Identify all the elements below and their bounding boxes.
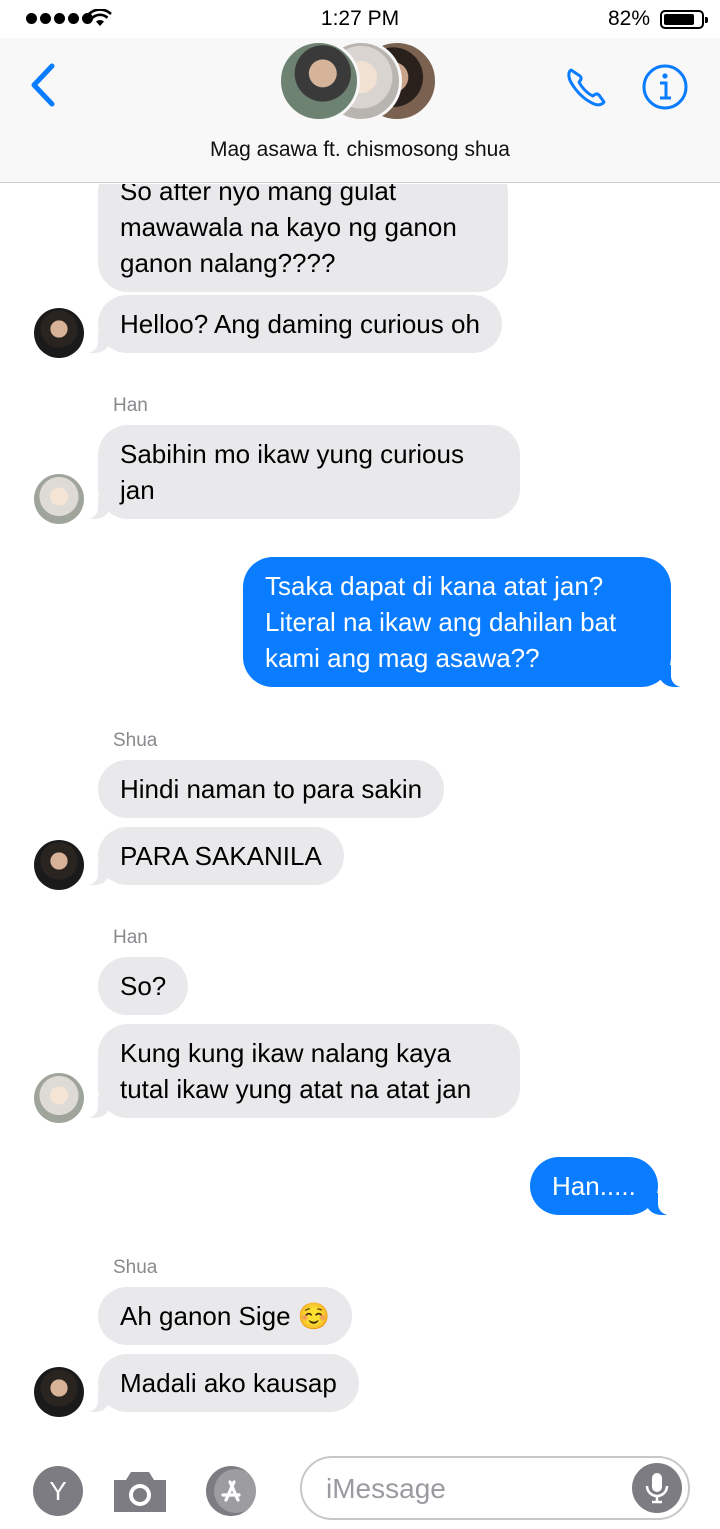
incoming-message[interactable]: Ah ganon Sige ☺️ [98, 1287, 353, 1345]
camera-icon[interactable] [110, 1466, 170, 1516]
microphone-icon[interactable] [632, 1463, 682, 1513]
incoming-message[interactable]: Sabihin mo ikaw yung curious jan [82, 425, 520, 519]
message-thread[interactable]: So after nyo mang gulat mawawala na kayo… [0, 184, 720, 1440]
group-avatars[interactable] [278, 40, 443, 122]
incoming-message[interactable]: Hindi naman to para sakin [98, 760, 445, 818]
outgoing-message[interactable]: Han..... [530, 1157, 674, 1215]
avatar[interactable] [34, 1367, 84, 1417]
message-input[interactable] [326, 1470, 616, 1508]
conversation-title[interactable]: Mag asawa ft. chismosong shua [0, 138, 720, 162]
sender-name: Shua [113, 1257, 158, 1278]
app-store-glyph-icon [214, 1469, 256, 1513]
avatar[interactable] [34, 308, 84, 358]
incoming-message[interactable]: So? [98, 957, 189, 1015]
app-drawer-button[interactable]: Y [33, 1466, 83, 1516]
avatar [278, 40, 360, 122]
status-bar: 1:27 PM 82% [0, 0, 720, 38]
outgoing-message[interactable]: Tsaka dapat di kana atat jan? Literal na… [243, 557, 687, 687]
battery-icon [660, 10, 708, 29]
message-input-bar: Y [0, 1440, 720, 1529]
info-icon[interactable] [640, 62, 690, 112]
incoming-message[interactable]: Madali ako kausap [82, 1354, 359, 1412]
battery-percentage: 82% [607, 7, 650, 30]
sender-name: Han [113, 927, 148, 948]
incoming-message[interactable]: Helloo? Ang daming curious oh [82, 295, 502, 353]
imessage-input-container [300, 1456, 690, 1520]
sender-name: Han [113, 395, 148, 416]
conversation-header: Mag asawa ft. chismosong shua [0, 38, 720, 183]
incoming-message[interactable]: Kung kung ikaw nalang kaya tutal ikaw yu… [82, 1024, 520, 1118]
chevron-left-icon[interactable] [26, 60, 62, 110]
incoming-message[interactable]: PARA SAKANILA [82, 827, 344, 885]
avatar[interactable] [34, 840, 84, 890]
phone-icon[interactable] [562, 62, 612, 112]
avatar[interactable] [34, 474, 84, 524]
incoming-message[interactable]: So after nyo mang gulat mawawala na kayo… [98, 184, 508, 292]
sender-name: Shua [113, 730, 158, 751]
avatar[interactable] [34, 1073, 84, 1123]
app-store-icon[interactable] [206, 1466, 256, 1516]
